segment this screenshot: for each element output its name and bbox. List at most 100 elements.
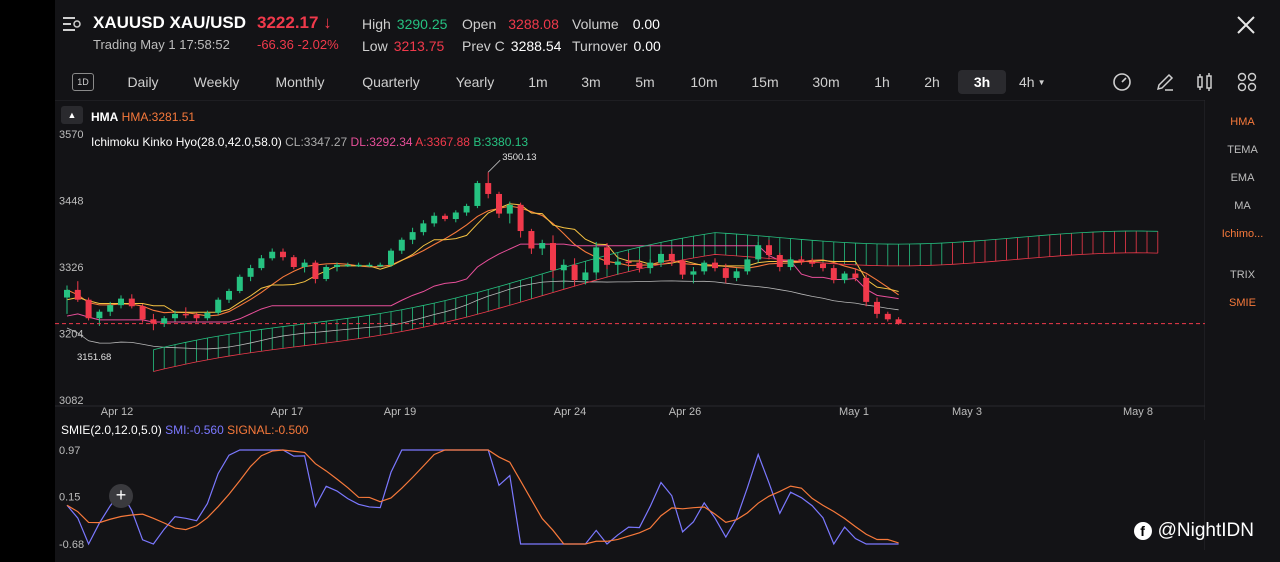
tab-1h[interactable]: 1h bbox=[869, 70, 895, 94]
high-marker-line bbox=[487, 159, 501, 173]
tab-10m[interactable]: 10m bbox=[686, 70, 722, 94]
tab-15m[interactable]: 15m bbox=[747, 70, 783, 94]
candle-body bbox=[474, 183, 481, 206]
trading-app: XAUUSD XAU/USD 3222.17 ↓ Trading May 1 1… bbox=[55, 0, 1280, 562]
candle-body bbox=[722, 268, 729, 278]
date-axis-label: Apr 24 bbox=[554, 406, 586, 418]
tab-weekly[interactable]: Weekly bbox=[189, 70, 244, 94]
date-axis-label: May 3 bbox=[952, 406, 982, 418]
hma-line bbox=[66, 205, 899, 317]
tab-1d[interactable]: 1D bbox=[72, 73, 94, 91]
candle-body bbox=[668, 253, 675, 261]
indicator-menu-item[interactable]: Ichimo... bbox=[1205, 228, 1280, 240]
candle-body bbox=[830, 268, 837, 281]
smie-chart[interactable]: 0.97 0.15 -0.68 bbox=[55, 440, 1205, 550]
candle-body bbox=[85, 299, 92, 319]
candle-body bbox=[247, 268, 254, 277]
candle-body bbox=[74, 289, 81, 300]
indicator-menu-item[interactable]: HMA bbox=[1205, 116, 1280, 128]
pencil-icon[interactable] bbox=[1155, 72, 1175, 92]
watermark: f @NightIDN bbox=[1133, 520, 1254, 542]
candle-body bbox=[776, 255, 783, 267]
candle-body bbox=[118, 298, 124, 306]
date-axis-label: Apr 12 bbox=[101, 406, 133, 418]
add-indicator-button[interactable]: + bbox=[109, 484, 133, 508]
tab-daily[interactable]: Daily bbox=[117, 70, 169, 94]
candle-body bbox=[647, 262, 654, 269]
candle-body bbox=[128, 298, 135, 307]
candle-body bbox=[463, 205, 470, 213]
candle-body bbox=[290, 257, 297, 267]
menu-icon[interactable] bbox=[63, 16, 81, 32]
indicator-menu-item[interactable]: TEMA bbox=[1205, 144, 1280, 156]
candle-body bbox=[712, 262, 718, 269]
indicator-menu-item[interactable]: TRIX bbox=[1205, 269, 1280, 281]
tab-4h[interactable]: 4h ▼ bbox=[1019, 70, 1053, 94]
candle-body bbox=[841, 273, 848, 281]
arrow-down-icon: ↓ bbox=[323, 13, 332, 32]
date-axis-label: May 8 bbox=[1123, 406, 1153, 418]
candle-body bbox=[701, 262, 708, 272]
collapse-button[interactable]: ▲ bbox=[61, 106, 83, 124]
date-axis-label: Apr 19 bbox=[384, 406, 416, 418]
candle-body bbox=[172, 313, 178, 319]
smie-axis-label: 0.97 bbox=[59, 445, 80, 457]
hma-legend: HMA HMA:3281.51 bbox=[91, 110, 196, 124]
candle-body bbox=[323, 267, 330, 279]
candle-body bbox=[301, 262, 308, 267]
base-line bbox=[66, 243, 899, 323]
candle-body bbox=[366, 264, 373, 267]
candle-body bbox=[420, 223, 427, 233]
indicator-menu-item[interactable]: SMIE bbox=[1205, 297, 1280, 309]
candle-body bbox=[528, 231, 535, 249]
symbol-title[interactable]: XAUUSD XAU/USD bbox=[93, 13, 246, 33]
candle-body bbox=[107, 305, 114, 312]
indicator-menu-item[interactable]: MA bbox=[1205, 200, 1280, 212]
candle-body bbox=[442, 215, 448, 220]
gauge-icon[interactable] bbox=[1112, 72, 1132, 92]
candle-body bbox=[744, 259, 751, 272]
tab-3m[interactable]: 3m bbox=[576, 70, 606, 94]
candle-body bbox=[604, 247, 610, 265]
tab-30m[interactable]: 30m bbox=[808, 70, 844, 94]
candle-body bbox=[550, 243, 556, 271]
high-marker: 3500.13 bbox=[502, 152, 536, 163]
span-a-line bbox=[153, 230, 1158, 351]
candle-body bbox=[582, 272, 589, 281]
close-icon[interactable] bbox=[1235, 14, 1257, 36]
candle-body bbox=[733, 271, 740, 278]
price-change: -66.36 -2.02% bbox=[257, 37, 339, 52]
span-b-line bbox=[153, 252, 1158, 372]
candle-body bbox=[884, 313, 891, 320]
tab-2h[interactable]: 2h bbox=[919, 70, 945, 94]
price-axis-label: 3082 bbox=[59, 395, 83, 407]
indicator-menu-item[interactable]: EMA bbox=[1205, 172, 1280, 184]
candle-body bbox=[355, 264, 362, 267]
tab-yearly[interactable]: Yearly bbox=[449, 70, 501, 94]
candle-body bbox=[204, 312, 211, 319]
candle-body bbox=[452, 212, 459, 220]
smie-axis-label: 0.15 bbox=[59, 492, 80, 504]
candle-body bbox=[431, 215, 438, 224]
candle-body bbox=[485, 183, 492, 194]
low-marker: 3151.68 bbox=[77, 352, 111, 363]
tab-3h[interactable]: 3h bbox=[958, 70, 1006, 94]
facebook-icon: f bbox=[1133, 522, 1152, 540]
candle-body bbox=[755, 245, 762, 260]
grid-layout-icon[interactable] bbox=[1237, 72, 1257, 92]
tab-1m[interactable]: 1m bbox=[523, 70, 553, 94]
caret-down-icon: ▼ bbox=[1037, 77, 1046, 87]
candle-body bbox=[236, 276, 243, 291]
candle-body bbox=[193, 314, 200, 319]
candle-style-icon[interactable] bbox=[1195, 72, 1215, 92]
tab-monthly[interactable]: Monthly bbox=[267, 70, 333, 94]
triangle-up-icon: ▲ bbox=[61, 106, 83, 124]
candle-body bbox=[269, 251, 276, 259]
candle-body bbox=[593, 247, 600, 273]
candle-body bbox=[312, 262, 319, 279]
price-axis-label: 3204 bbox=[59, 329, 83, 341]
date-axis-label: Apr 26 bbox=[669, 406, 701, 418]
tab-5m[interactable]: 5m bbox=[630, 70, 660, 94]
tab-quarterly[interactable]: Quarterly bbox=[355, 70, 427, 94]
candle-body bbox=[64, 289, 70, 298]
